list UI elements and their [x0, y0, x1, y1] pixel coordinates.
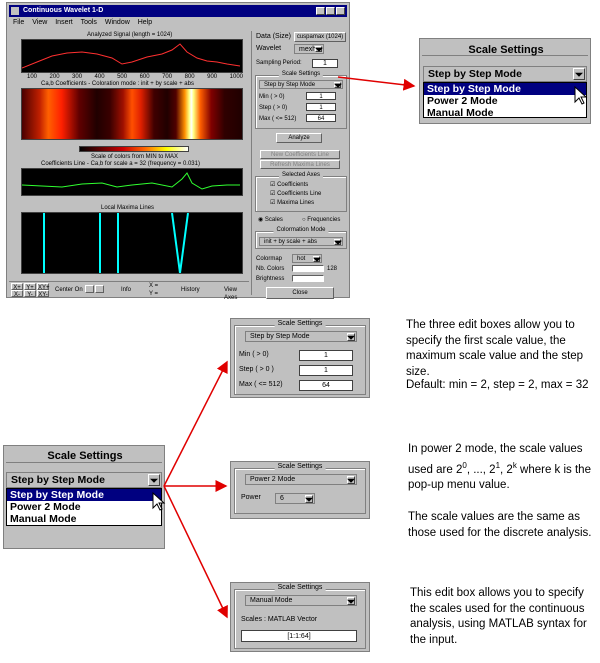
- arrow-to-manual-panel: [163, 485, 228, 619]
- arrow-to-top-popup: [337, 76, 416, 91]
- power-description-2: The scale values are the same as those u…: [408, 511, 592, 539]
- manual-description: This edit box allows you to specify the …: [410, 587, 587, 646]
- power-text-c: , 2: [500, 463, 513, 476]
- power-description: In power 2 mode, the scale values used a…: [408, 442, 598, 493]
- arrow-to-step-panel: [163, 360, 228, 487]
- power-text-b: , ..., 2: [466, 463, 496, 476]
- step-default: Default: min = 2, step = 2, max = 32: [406, 379, 589, 391]
- step-description: The three edit boxes allow you to specif…: [406, 319, 584, 378]
